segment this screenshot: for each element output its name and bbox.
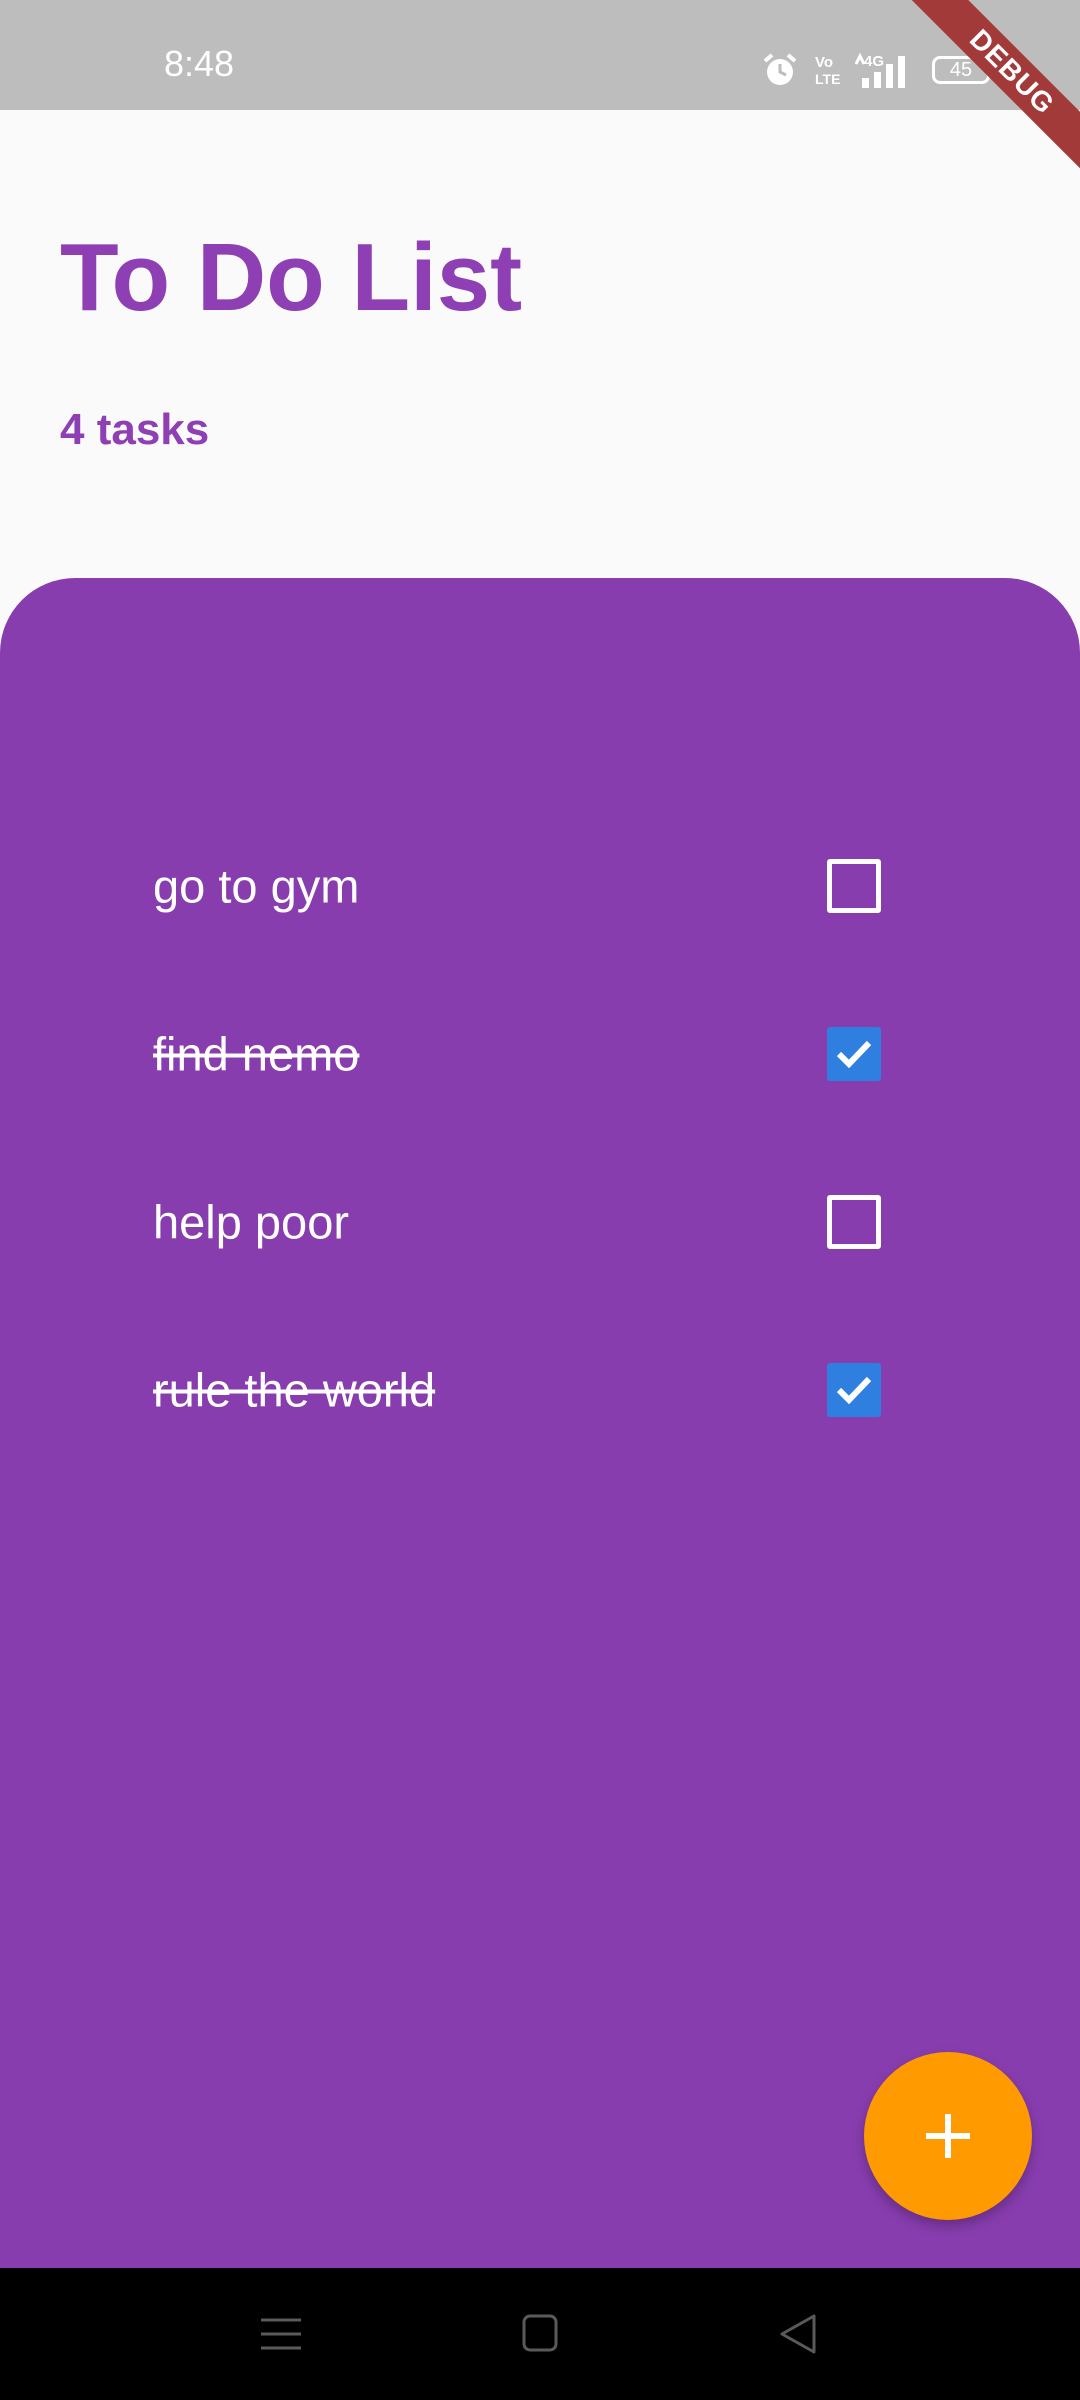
volte-label-top: Vo — [815, 54, 833, 71]
task-text: help poor — [153, 1195, 349, 1249]
debug-label: DEBUG — [905, 0, 1080, 179]
status-time: 8:48 — [164, 43, 235, 84]
page-title: To Do List — [60, 224, 523, 331]
task-checkbox[interactable] — [827, 1195, 881, 1249]
menu-button[interactable] — [251, 2308, 311, 2360]
network-label: 4G — [864, 53, 884, 70]
alarm-icon — [763, 53, 797, 85]
checkmark-icon — [836, 1040, 872, 1069]
list-item: help poor — [0, 1162, 1080, 1282]
list-item: go to gym — [0, 826, 1080, 946]
home-icon — [522, 2314, 558, 2352]
home-button[interactable] — [510, 2308, 570, 2360]
back-icon — [780, 2314, 816, 2354]
back-button[interactable] — [768, 2308, 828, 2360]
list-item: find nemo — [0, 994, 1080, 1114]
plus-icon — [926, 2114, 970, 2158]
menu-icon — [261, 2318, 301, 2350]
task-text: go to gym — [153, 859, 360, 913]
status-bar: 8:48 Vo LTE 4G 45 DEBUG — [0, 0, 1080, 179]
debug-banner: DEBUG — [900, 0, 1080, 180]
system-nav-bar — [0, 2268, 1080, 2400]
task-count: 4 tasks — [60, 405, 210, 454]
add-task-button[interactable] — [864, 2052, 1032, 2220]
task-text: rule the world — [153, 1363, 436, 1417]
task-panel: go to gym find nemo help poor rule the w… — [0, 578, 1080, 2268]
task-text: find nemo — [153, 1027, 360, 1081]
task-checkbox[interactable] — [827, 1027, 881, 1081]
task-checkbox[interactable] — [827, 859, 881, 913]
checkmark-icon — [836, 1376, 872, 1405]
volte-label-bottom: LTE — [815, 71, 840, 87]
list-item: rule the world — [0, 1330, 1080, 1450]
volte-icon: Vo LTE — [815, 54, 840, 87]
task-checkbox[interactable] — [827, 1363, 881, 1417]
